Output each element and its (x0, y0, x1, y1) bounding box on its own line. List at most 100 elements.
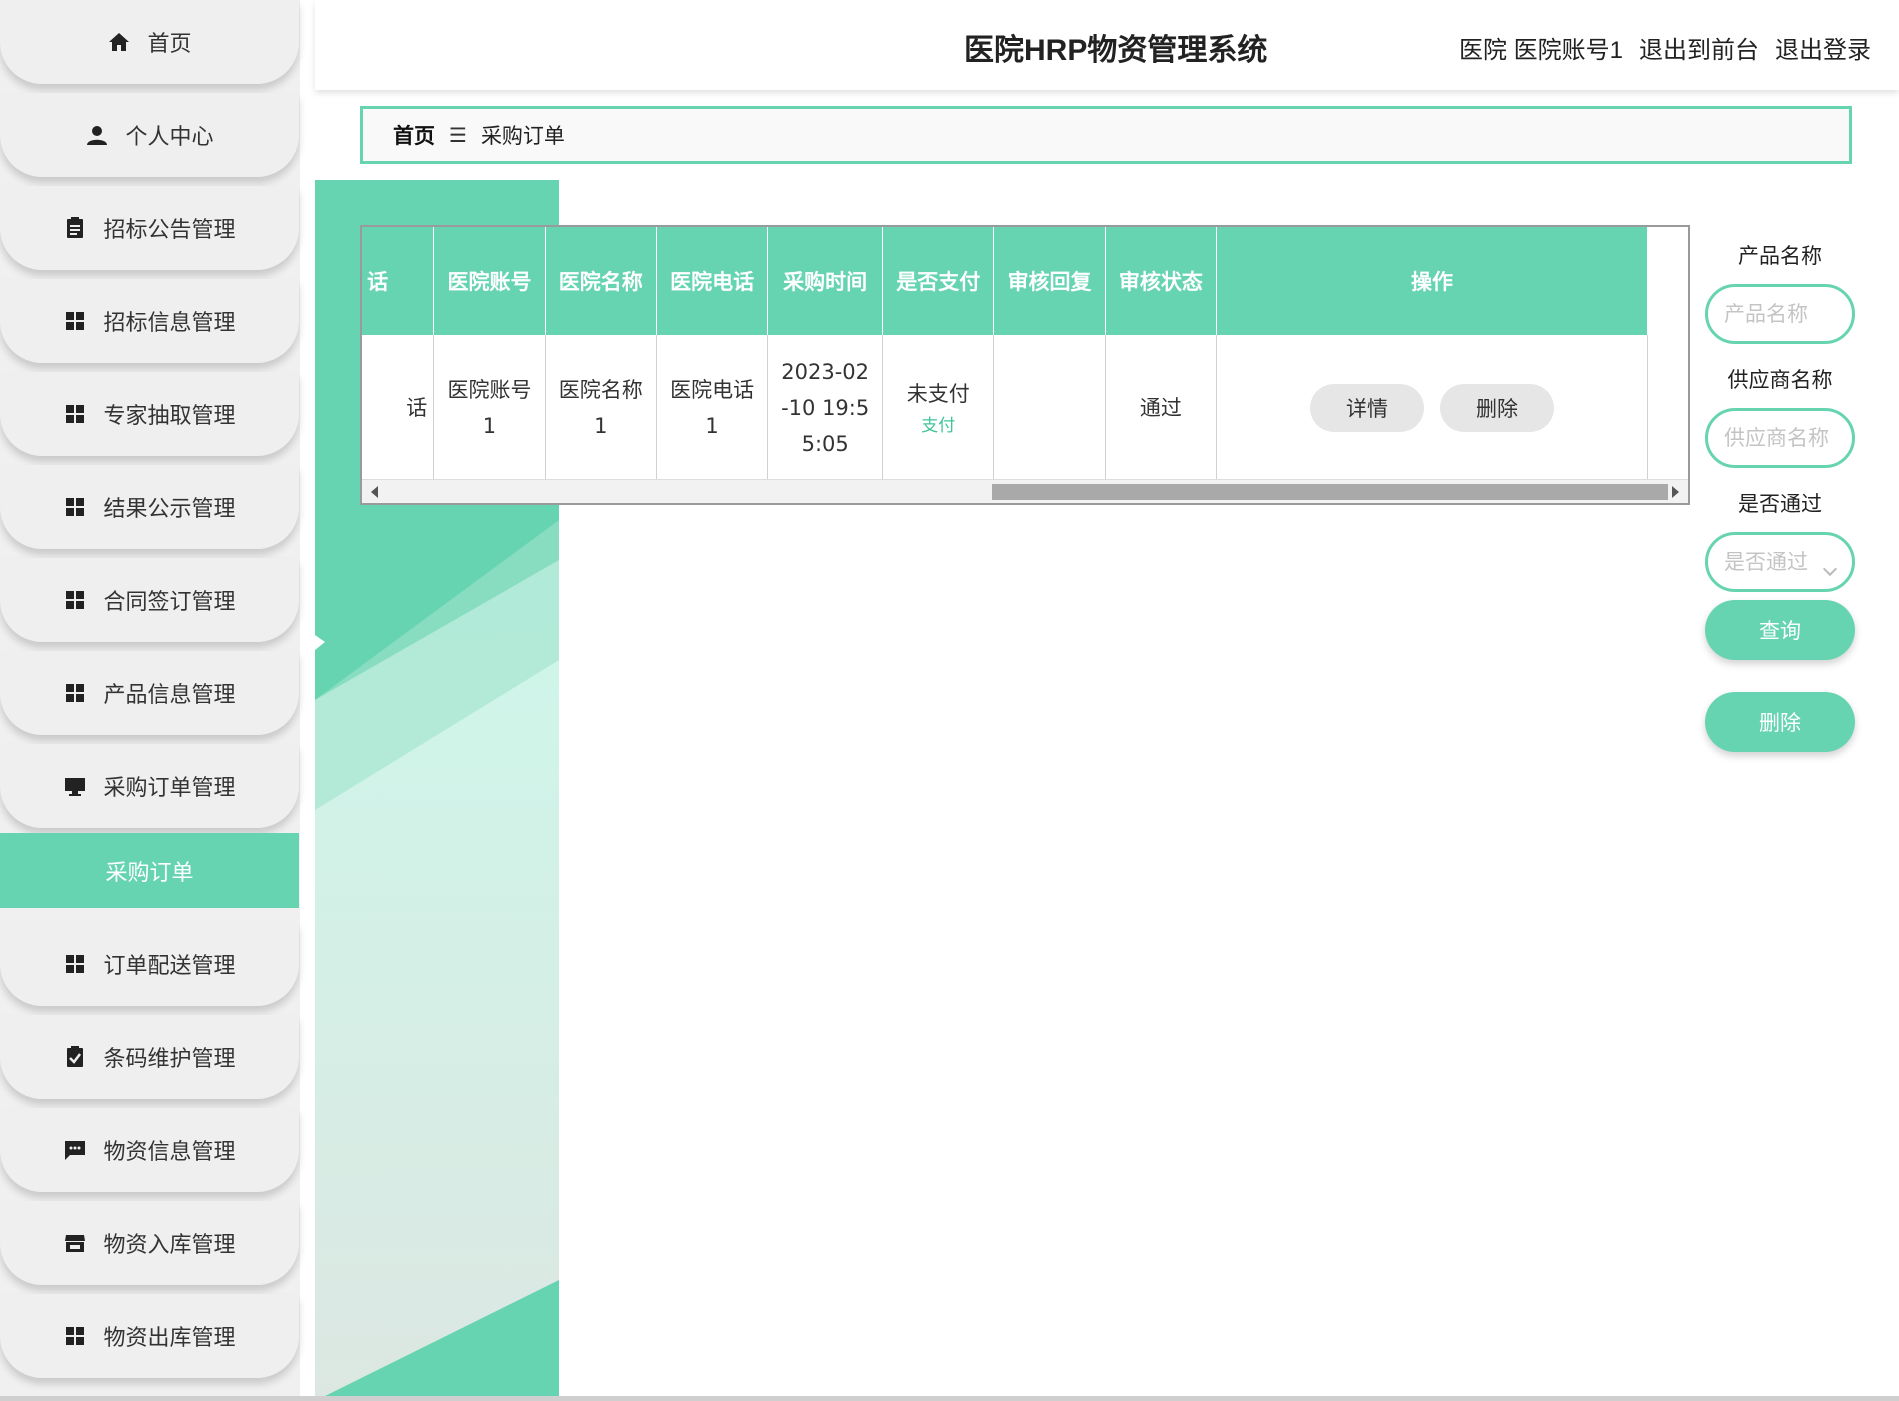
cell-account: 医院账号 1 (433, 335, 546, 481)
column-header: 审核回复 (993, 227, 1106, 335)
horizontal-scrollbar[interactable] (362, 479, 1688, 503)
cell-account-line: 医院账号 (447, 378, 532, 402)
chat-icon (63, 1138, 87, 1162)
grid-icon (63, 588, 87, 612)
column-header: 操作 (1216, 227, 1648, 335)
cell-time-line: 5:05 (801, 432, 849, 456)
sidebar-item-contract[interactable]: 合同签订管理 (0, 558, 299, 642)
supplier-name-label: 供应商名称 (1727, 368, 1833, 392)
logout-link[interactable]: 退出登录 (1775, 30, 1871, 65)
cell-review-status: 通过 (1105, 335, 1218, 481)
cell-account-line: 1 (482, 414, 497, 438)
scroll-right-arrow-icon[interactable] (1672, 486, 1679, 498)
sidebar-item-purchase-order[interactable]: 采购订单管理 (0, 744, 299, 828)
sidebar-item-label: 招标公告管理 (103, 218, 236, 243)
scrollbar-thumb[interactable] (992, 484, 1668, 500)
monitor-icon (63, 774, 87, 798)
pass-status-select[interactable] (1705, 532, 1855, 592)
sidebar-item-delivery[interactable]: 订单配送管理 (0, 922, 299, 1006)
sidebar-item-tender-notice[interactable]: 招标公告管理 (0, 186, 299, 270)
bottom-divider (0, 1396, 1899, 1401)
supplier-name-input[interactable] (1705, 408, 1855, 468)
sidebar-item-label: 专家抽取管理 (103, 404, 236, 429)
search-panel: 产品名称 供应商名称 是否通过 查询 删除 (1705, 240, 1855, 752)
sidebar-subitem-purchase-order[interactable]: 采购订单 (0, 833, 299, 908)
grid-icon (63, 495, 87, 519)
breadcrumb: 首页 ☰ 采购订单 (360, 106, 1852, 164)
cell-tel-line: 1 (705, 414, 719, 438)
column-header: 医院电话 (656, 227, 769, 335)
clipboard-icon (63, 216, 87, 240)
column-header: 话 (362, 227, 435, 335)
table-header-row: 话 医院账号 医院名称 医院电话 采购时间 是否支付 审核回复 审核状态 操作 (362, 227, 1648, 335)
current-user: 医院 医院账号1 (1458, 37, 1623, 64)
sidebar-item-tender-info[interactable]: 招标信息管理 (0, 279, 299, 363)
top-header: 医院HRP物资管理系统 医院 医院账号1 退出到前台 退出登录 (315, 0, 1899, 90)
cell-phone-fragment: 话 (362, 335, 435, 481)
cell-paid: 未支付 支付 (882, 335, 995, 481)
grid-icon (63, 1324, 87, 1348)
table-row: 话 医院账号 1 医院名称 1 医院电话 1 2023-02 -10 19:5 … (362, 335, 1648, 481)
sidebar-item-label: 招标信息管理 (103, 311, 236, 336)
breadcrumb-separator-icon: ☰ (449, 123, 467, 147)
cell-name-line: 医院名称 (558, 378, 643, 402)
sidebar-item-expert[interactable]: 专家抽取管理 (0, 372, 299, 456)
storefront-icon (63, 1231, 87, 1255)
person-icon (85, 123, 109, 147)
column-header: 审核状态 (1105, 227, 1218, 335)
sidebar-item-label: 首页 (147, 32, 192, 57)
sidebar-item-result[interactable]: 结果公示管理 (0, 465, 299, 549)
home-icon (107, 30, 131, 54)
sidebar-item-label: 采购订单管理 (103, 776, 236, 801)
header-user-area: 医院 医院账号1 退出到前台 退出登录 (1459, 30, 1871, 65)
cell-hospital-phone: 医院电话 1 (656, 335, 769, 481)
row-delete-button[interactable]: 删除 (1440, 384, 1555, 432)
cell-name-line: 1 (594, 414, 608, 438)
sidebar-item-label: 物资信息管理 (103, 1140, 236, 1165)
sidebar-item-label: 合同签订管理 (103, 590, 236, 615)
sidebar-item-home[interactable]: 首页 (0, 0, 299, 84)
sidebar-item-label: 订单配送管理 (103, 954, 236, 979)
sidebar-item-label: 物资出库管理 (103, 1326, 236, 1351)
column-header: 是否支付 (882, 227, 995, 335)
cell-purchase-time: 2023-02 -10 19:5 5:05 (767, 335, 884, 481)
grid-icon (63, 402, 87, 426)
paid-status: 未支付 (906, 382, 970, 406)
cell-time-line: -10 19:5 (781, 396, 870, 420)
scroll-left-arrow-icon[interactable] (371, 486, 378, 498)
sidebar-item-product[interactable]: 产品信息管理 (0, 651, 299, 735)
detail-button[interactable]: 详情 (1310, 384, 1425, 432)
sidebar-item-material-info[interactable]: 物资信息管理 (0, 1108, 299, 1192)
cell-actions: 详情 删除 (1216, 335, 1648, 481)
sidebar-item-inbound[interactable]: 物资入库管理 (0, 1201, 299, 1285)
cell-review-reply (993, 335, 1106, 481)
sidebar-item-barcode[interactable]: 条码维护管理 (0, 1015, 299, 1099)
cell-time-line: 2023-02 (781, 360, 870, 384)
sidebar-item-label: 个人中心 (125, 125, 214, 150)
sidebar-item-label: 结果公示管理 (103, 497, 236, 522)
grid-icon (63, 309, 87, 333)
sidebar: 首页 个人中心 招标公告管理 招标信息管理 专家抽取管理 结果公示管理 合同签订… (0, 0, 300, 1401)
breadcrumb-home[interactable]: 首页 (393, 120, 435, 150)
column-header: 医院账号 (433, 227, 546, 335)
cell-hospital-name: 医院名称 1 (545, 335, 657, 481)
table: 话 医院账号 医院名称 医院电话 采购时间 是否支付 审核回复 审核状态 操作 … (362, 227, 1648, 481)
batch-delete-button[interactable]: 删除 (1705, 692, 1855, 752)
pass-status-select-wrap (1705, 532, 1855, 592)
pay-link[interactable]: 支付 (883, 412, 993, 440)
grid-icon (63, 681, 87, 705)
sidebar-item-label: 条码维护管理 (103, 1047, 236, 1072)
back-to-front-link[interactable]: 退出到前台 (1639, 30, 1759, 65)
purchase-order-table: 话 医院账号 医院名称 医院电话 采购时间 是否支付 审核回复 审核状态 操作 … (360, 225, 1690, 505)
grid-icon (63, 952, 87, 976)
clipboard-check-icon (63, 1045, 87, 1069)
query-button[interactable]: 查询 (1705, 600, 1855, 660)
cell-tel-line: 医院电话 (670, 378, 755, 402)
sidebar-item-outbound[interactable]: 物资出库管理 (0, 1294, 299, 1378)
sidebar-item-profile[interactable]: 个人中心 (0, 93, 299, 177)
sidebar-item-label: 物资入库管理 (103, 1233, 236, 1258)
pass-status-label: 是否通过 (1738, 492, 1822, 516)
column-header: 医院名称 (545, 227, 657, 335)
page-title: 医院HRP物资管理系统 (964, 34, 1268, 67)
product-name-input[interactable] (1705, 284, 1855, 344)
